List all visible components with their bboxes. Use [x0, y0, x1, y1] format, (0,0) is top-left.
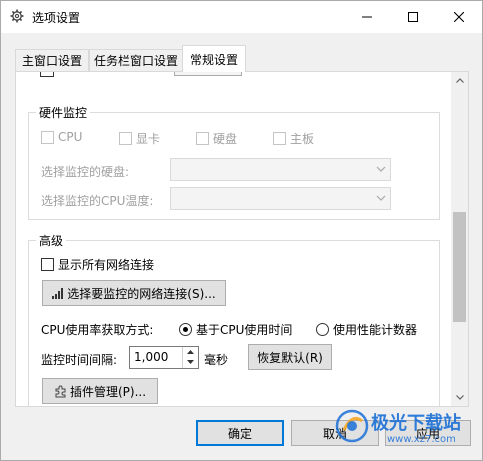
tab-taskbar-window[interactable]: 任务栏窗口设置: [89, 49, 183, 71]
watermark-url: www.xz7.com: [387, 434, 456, 445]
checkbox-box: [196, 132, 209, 145]
chevron-up-icon: [455, 78, 464, 83]
checkbox-box: [119, 132, 132, 145]
maximize-icon: [408, 12, 418, 22]
triangle-up-icon: [187, 350, 194, 354]
interval-label: 监控时间间隔:: [41, 353, 118, 367]
watermark-text: 极光下载站: [371, 413, 461, 434]
ok-button[interactable]: 确定: [196, 420, 284, 446]
close-icon: [454, 12, 464, 22]
signal-bars-icon: [52, 287, 64, 299]
cpu-time-radio[interactable]: 基于CPU使用时间: [179, 321, 292, 338]
scroll-up-button[interactable]: [451, 72, 468, 89]
gpu-checkbox[interactable]: 显卡: [119, 130, 160, 147]
window-title: 选项设置: [32, 11, 81, 25]
tab-main-window[interactable]: 主窗口设置: [15, 49, 89, 71]
tab-label: 常规设置: [189, 52, 238, 67]
site-watermark: 极光下载站 www.xz7.com: [331, 403, 481, 461]
restore-defaults-button[interactable]: 恢复默认(R): [248, 344, 332, 370]
radio-label: 使用性能计数器: [333, 323, 418, 337]
general-settings-panel: 硬件监控 CPU 显卡 硬盘 主板 选择监控的硬盘: 选择监控的CPU温度: 高…: [15, 71, 469, 407]
cpu-temperature-select[interactable]: [170, 187, 391, 210]
scrollbar-thumb[interactable]: [453, 212, 466, 322]
clipped-combobox[interactable]: [174, 72, 242, 76]
show-all-connections-checkbox[interactable]: 显示所有网络连接: [41, 256, 154, 273]
chevron-down-icon: [455, 395, 464, 400]
advanced-title: 高级: [36, 232, 67, 249]
checkbox-box: [273, 132, 286, 145]
button-label: 插件管理(P)...: [69, 384, 147, 399]
spin-arrows: [182, 347, 198, 368]
close-button[interactable]: [436, 1, 482, 33]
clipped-checkbox[interactable]: [40, 72, 54, 77]
button-label: 选择要监控的网络连接(S)...: [67, 286, 216, 301]
cpu-temperature-label: 选择监控的CPU温度:: [41, 194, 154, 208]
checkbox-label: 主板: [290, 132, 315, 146]
chevron-down-icon: [376, 166, 386, 172]
scroll-content: 硬件监控 CPU 显卡 硬盘 主板 选择监控的硬盘: 选择监控的CPU温度: 高…: [16, 72, 452, 406]
tab-label: 任务栏窗口设置: [93, 54, 178, 68]
interval-unit: 毫秒: [204, 353, 229, 367]
cpu-method-label: CPU使用率获取方式:: [41, 323, 154, 337]
watermark-logo-icon: [335, 409, 369, 443]
checkbox-label: CPU: [58, 130, 83, 144]
spin-down-button[interactable]: [183, 357, 198, 367]
chevron-down-icon: [376, 195, 386, 201]
interval-spinbox[interactable]: 1,000: [129, 346, 199, 369]
puzzle-piece-icon: [55, 385, 66, 397]
minimize-button[interactable]: [344, 1, 390, 33]
checkbox-label: 显卡: [136, 132, 161, 146]
checkbox-label: 显示所有网络连接: [58, 258, 155, 272]
button-label: 恢复默认(R): [257, 350, 323, 365]
minimize-icon: [362, 16, 372, 18]
radio-dot: [179, 323, 192, 336]
gear-icon: [10, 9, 24, 23]
options-dialog: 选项设置 主窗口设置 任务栏窗口设置 常规设置 硬件监控 CPU 显卡 硬盘 主…: [0, 0, 483, 461]
motherboard-checkbox[interactable]: 主板: [273, 130, 314, 147]
checkbox-label: 硬盘: [213, 132, 238, 146]
disk-checkbox[interactable]: 硬盘: [196, 130, 237, 147]
spin-up-button[interactable]: [183, 347, 198, 357]
hardware-monitor-title: 硬件监控: [36, 104, 91, 121]
maximize-button[interactable]: [390, 1, 436, 33]
checkbox-box: [41, 130, 54, 144]
performance-counter-radio[interactable]: 使用性能计数器: [316, 321, 417, 338]
tab-general[interactable]: 常规设置: [182, 45, 246, 72]
monitored-disk-select[interactable]: [170, 158, 391, 181]
select-network-connection-button[interactable]: 选择要监控的网络连接(S)...: [42, 280, 226, 306]
title-bar: 选项设置: [1, 1, 482, 33]
tab-label: 主窗口设置: [21, 54, 82, 68]
interval-value: 1,000: [134, 350, 169, 364]
button-label: 确定: [227, 426, 252, 441]
plugin-manager-button[interactable]: 插件管理(P)...: [42, 378, 158, 404]
radio-dot: [316, 323, 329, 336]
vertical-scrollbar[interactable]: [451, 72, 468, 406]
triangle-down-icon: [187, 360, 194, 364]
monitored-disk-label: 选择监控的硬盘:: [41, 165, 130, 179]
cpu-checkbox[interactable]: CPU: [41, 130, 82, 144]
checkbox-box: [41, 258, 54, 271]
radio-label: 基于CPU使用时间: [196, 323, 293, 337]
